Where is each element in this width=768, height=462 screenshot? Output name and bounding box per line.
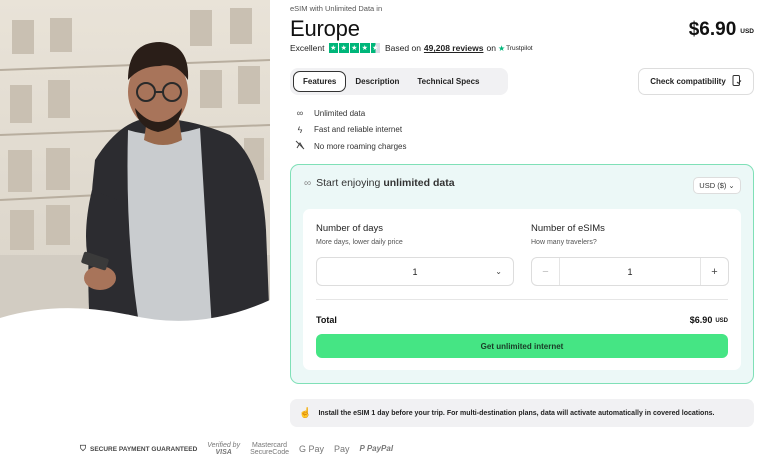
days-sublabel: More days, lower daily price (316, 239, 403, 246)
check-compatibility-label: Check compatibility (650, 77, 726, 86)
feature-list: ∞ Unlimited data ϟ Fast and reliable int… (294, 105, 406, 155)
secure-payment: ⛉ SECURE PAYMENT GUARANTEED (80, 444, 197, 454)
esims-column: Number of eSIMs How many travelers? (531, 223, 729, 246)
google-pay-logo: G Pay (299, 443, 325, 454)
total-row: Total $6.90 USD (316, 315, 728, 325)
product-eyebrow: eSIM with Unlimited Data in (290, 4, 383, 13)
tab-technical-specs[interactable]: Technical Specs (408, 71, 488, 92)
trustpilot-star-icon: ★ (497, 43, 506, 53)
star-icon: ★ (339, 43, 349, 53)
visa-line2: VISA (215, 449, 232, 457)
price-value: $6.90 (688, 19, 737, 40)
price: $6.90 USD (689, 19, 754, 41)
days-column: Number of days More days, lower daily pr… (316, 223, 514, 246)
feature-item: ∞ Unlimited data (294, 105, 406, 122)
based-on-text: Based on (385, 43, 421, 53)
purchase-card: ∞ Start enjoying unlimited data USD ($) … (290, 164, 754, 384)
paypal-icon: P (359, 444, 365, 454)
visa-line1: Verified by (207, 442, 241, 449)
rating-stars: ★ ★ ★ ★ ★ (328, 43, 380, 53)
install-notice: ☝ Install the eSIM 1 day before your tri… (290, 399, 754, 427)
decrement-button[interactable]: − (532, 258, 560, 285)
hero-photo (0, 0, 270, 330)
star-icon: ★ (360, 43, 370, 53)
days-select[interactable]: 1 ⌄ (316, 257, 514, 286)
increment-button[interactable]: + (700, 258, 728, 285)
chevron-down-icon: ⌄ (728, 181, 735, 190)
star-icon: ★ (328, 43, 338, 53)
price-currency: USD (740, 28, 754, 35)
card-heading-prefix: Start enjoying (316, 177, 381, 189)
feature-label: Unlimited data (314, 108, 366, 118)
no-roaming-icon (294, 140, 306, 152)
card-heading-bold: unlimited data (383, 177, 455, 189)
star-icon: ★ (349, 43, 359, 53)
trustpilot-name: Trustpilot (506, 44, 533, 52)
mc-line1: Mastercard (252, 442, 288, 449)
esims-stepper: − 1 + (531, 257, 729, 286)
rating-row: Excellent ★ ★ ★ ★ ★ Based on 49,208 revi… (290, 43, 533, 53)
shield-icon: ⛉ (80, 444, 86, 454)
payment-strip: ⛉ SECURE PAYMENT GUARANTEED Verified by … (80, 442, 393, 457)
phone-check-icon (732, 75, 742, 88)
feature-item: No more roaming charges (294, 138, 406, 155)
tab-description[interactable]: Description (346, 71, 408, 92)
tab-bar: Features Description Technical Specs (290, 68, 508, 95)
paypal-text: PayPal (366, 444, 394, 454)
trustpilot-logo: ★ Trustpilot (498, 44, 533, 53)
chevron-down-icon: ⌄ (495, 267, 502, 276)
total-amount: $6.90 (689, 315, 713, 325)
verified-by-visa-logo: Verified by VISA (207, 442, 240, 457)
lightning-icon: ϟ (297, 124, 303, 135)
tab-features[interactable]: Features (293, 71, 347, 92)
check-compatibility-button[interactable]: Check compatibility (638, 68, 754, 95)
mastercard-securecode-logo: Mastercard SecureCode (250, 442, 289, 457)
secure-payment-text: SECURE PAYMENT GUARANTEED (90, 445, 198, 453)
days-label: Number of days (316, 223, 384, 234)
mc-line2: SecureCode (250, 449, 289, 457)
feature-item: ϟ Fast and reliable internet (294, 122, 406, 139)
days-value: 1 (412, 266, 418, 277)
get-unlimited-internet-button[interactable]: Get unlimited internet (316, 334, 728, 358)
infinity-icon: ∞ (304, 177, 312, 189)
total-currency: USD (715, 318, 728, 324)
install-notice-text: Install the eSIM 1 day before your trip.… (318, 409, 715, 417)
esims-value[interactable]: 1 (627, 267, 632, 277)
divider (316, 299, 728, 300)
esims-label: Number of eSIMs (531, 223, 605, 234)
apple-pay-logo: Pay (334, 443, 350, 454)
on-text: on (486, 43, 496, 53)
total-label: Total (316, 315, 337, 325)
esims-sublabel: How many travelers? (531, 239, 597, 246)
infinity-icon: ∞ (296, 108, 304, 119)
reviews-link[interactable]: 49,208 reviews (424, 43, 484, 53)
tap-hand-icon: ☝ (299, 407, 312, 419)
total-value: $6.90 USD (690, 315, 728, 325)
apple-pay-text: Pay (334, 443, 350, 454)
card-heading: ∞ Start enjoying unlimited data (304, 177, 455, 189)
page-title: Europe (290, 16, 360, 41)
half-star-icon: ★ (370, 43, 380, 53)
feature-label: Fast and reliable internet (314, 125, 403, 135)
feature-label: No more roaming charges (314, 141, 407, 151)
paypal-logo: P PayPal (359, 444, 394, 454)
currency-select[interactable]: USD ($) ⌄ (693, 177, 741, 194)
rating-label: Excellent (290, 43, 325, 53)
purchase-form: Number of days More days, lower daily pr… (303, 209, 741, 370)
currency-select-value: USD ($) (699, 181, 727, 190)
